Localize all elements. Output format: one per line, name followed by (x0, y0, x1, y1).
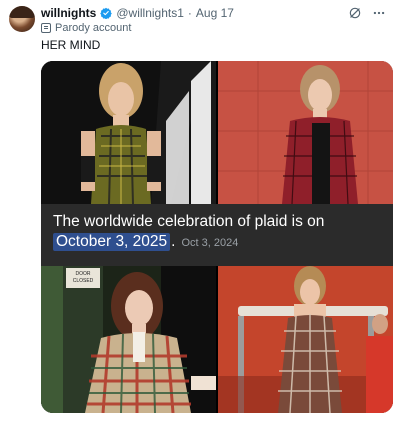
post-text: HER MIND (41, 38, 101, 52)
author-name[interactable]: willnights (41, 6, 96, 20)
more-icon[interactable] (372, 6, 386, 20)
photo-bottom-left: DOOR CLOSED (41, 266, 216, 413)
caption-small-date: Oct 3, 2024 (181, 237, 239, 249)
photo-bottom-right (218, 266, 393, 413)
caption-line-2: October 3, 2025 . Oct 3, 2024 (53, 233, 238, 251)
photo-top-left (41, 61, 216, 204)
verified-badge-icon (100, 7, 113, 19)
caption-highlight-date: October 3, 2025 (53, 233, 171, 251)
parody-mask-icon (41, 23, 51, 33)
separator-dot: · (187, 6, 192, 20)
author-handle[interactable]: @willnights1 (116, 6, 184, 20)
grok-icon[interactable] (348, 6, 362, 20)
avatar[interactable] (9, 6, 35, 32)
door-sign: DOOR CLOSED (66, 268, 100, 288)
post-date[interactable]: Aug 17 (196, 6, 234, 20)
parody-label-text: Parody account (55, 22, 132, 34)
media-image[interactable]: The worldwide celebration of plaid is on… (41, 61, 393, 413)
parody-account-label: Parody account (41, 22, 131, 34)
caption-line-1: The worldwide celebration of plaid is on (53, 213, 325, 230)
photo-top-right (218, 61, 393, 204)
post-header: willnights @willnights1 · Aug 17 (41, 6, 234, 20)
post-actions-top (348, 6, 386, 20)
caption-period: . (171, 233, 176, 250)
